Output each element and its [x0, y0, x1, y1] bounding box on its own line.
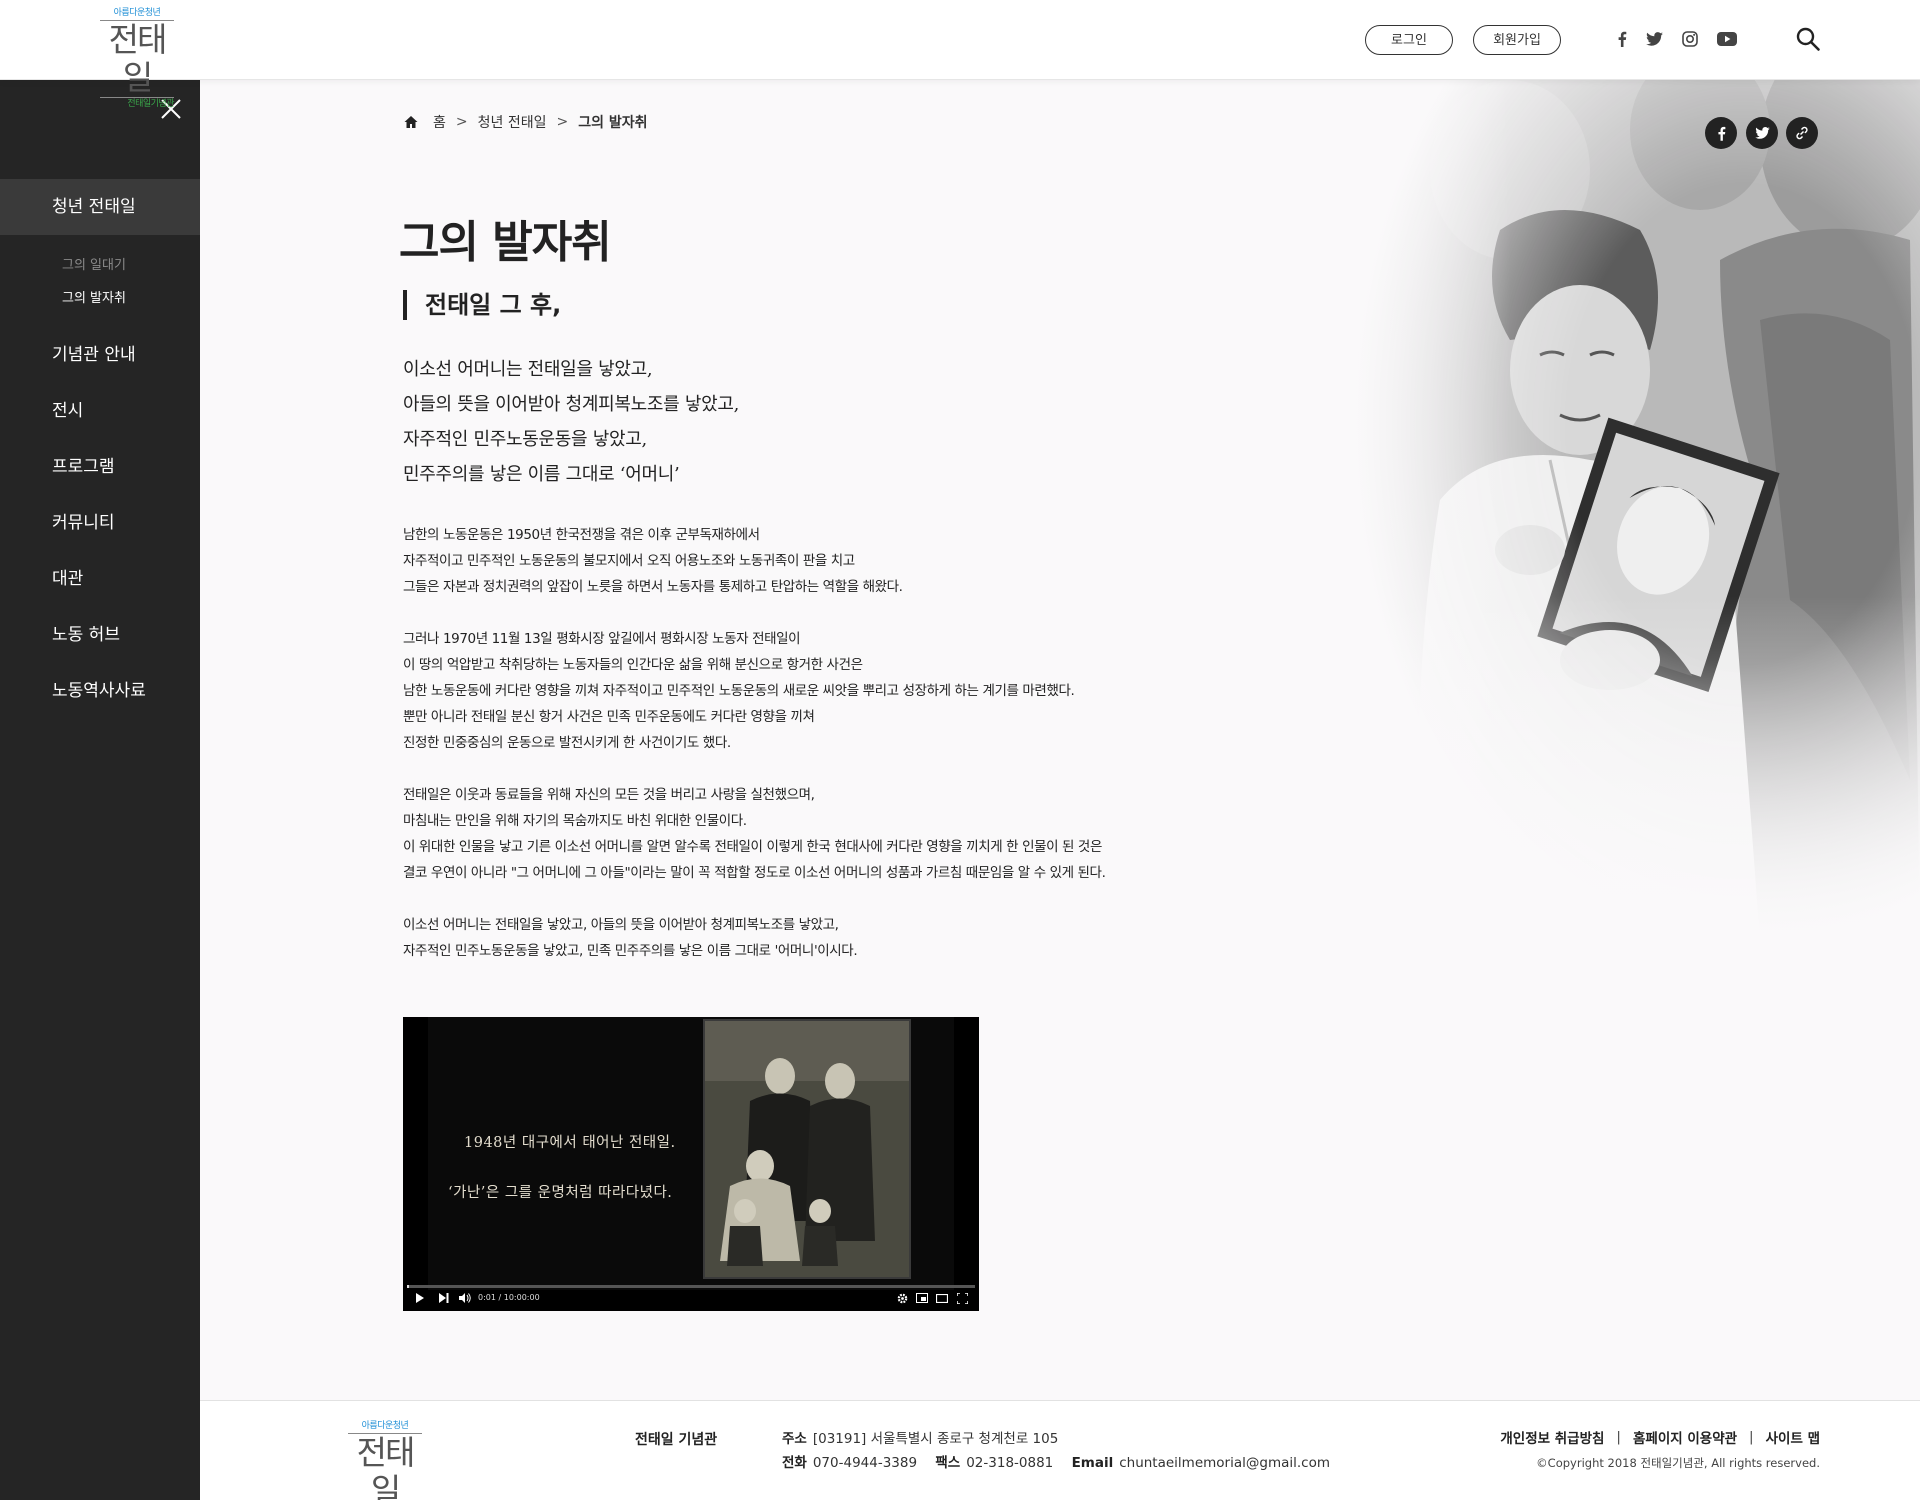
footer-links: 개인정보 취급방침 | 홈페이지 이용약관 | 사이트 맵	[1500, 1427, 1820, 1447]
breadcrumb-section[interactable]: 청년 전태일	[478, 112, 547, 132]
play-icon[interactable]	[413, 1291, 427, 1305]
footer-link-separator: |	[1616, 1429, 1621, 1445]
terms-of-use-link[interactable]: 홈페이지 이용약관	[1633, 1427, 1737, 1447]
search-icon[interactable]	[1795, 26, 1821, 52]
sidebar-subitem-footsteps[interactable]: 그의 발자취	[62, 282, 200, 315]
background-photo	[1280, 30, 1920, 940]
side-navigation: 청년 전태일 그의 일대기 그의 발자취 기념관 안내 전시 프로그램 커뮤니티…	[0, 80, 200, 1500]
signup-button[interactable]: 회원가입	[1473, 25, 1561, 55]
site-footer: 아름다운청년 전태일 전태일기념관 전태일 기념관 주소 [03191] 서울특별…	[200, 1400, 1920, 1500]
address-label: 주소	[782, 1431, 807, 1447]
sidebar-item-program[interactable]: 프로그램	[0, 439, 200, 495]
text-line: 자주적이고 민주적인 노동운동의 불모지에서 오직 어용노조와 노동귀족이 판을…	[403, 553, 855, 569]
footer-org-name: 전태일 기념관	[635, 1432, 718, 1448]
logo-wordmark: 전태일	[100, 20, 174, 98]
fax-value: 02-318-0881	[966, 1455, 1054, 1471]
footer-contact-info: 주소 [03191] 서울특별시 종로구 청계천로 105 전화 070-4944-…	[782, 1427, 1330, 1475]
text-line: 그러나 1970년 11월 13일 평화시장 앞길에서 평화시장 노동자 전태일…	[403, 631, 801, 647]
page-title: 그의 발자취	[399, 217, 612, 268]
family-photo	[703, 1019, 911, 1279]
video-progress-fill	[407, 1285, 409, 1288]
sidebar-item-exhibition[interactable]: 전시	[0, 383, 200, 439]
home-icon[interactable]	[403, 114, 419, 130]
breadcrumb-home[interactable]: 홈	[433, 112, 446, 132]
video-caption: 1948년 대구에서 태어난 전태일.	[464, 1135, 676, 1151]
volume-icon[interactable]	[458, 1291, 472, 1305]
sidebar-item-community[interactable]: 커뮤니티	[0, 495, 200, 551]
site-header: 아름다운청년 전태일 전태일기념관 로그인 회원가입	[0, 0, 1920, 109]
sidebar-item-rental[interactable]: 대관	[0, 551, 200, 607]
poem: 이소선 어머니는 전태일을 낳았고, 아들의 뜻을 이어받아 청계피복노조를 낳…	[403, 352, 739, 492]
sidebar-subitem-biography[interactable]: 그의 일대기	[62, 249, 200, 282]
breadcrumb-separator: >	[556, 114, 569, 130]
sitemap-link[interactable]: 사이트 맵	[1766, 1427, 1820, 1447]
breadcrumb-separator: >	[455, 114, 468, 130]
logo-wordmark: 전태일	[348, 1433, 422, 1500]
email-value[interactable]: chuntaeilmemorial@gmail.com	[1119, 1455, 1330, 1471]
logo-subtitle: 전태일기념관	[127, 99, 174, 109]
paragraph: 전태일은 이웃과 동료들을 위해 자신의 모든 것을 버리고 사랑을 실천했으며…	[403, 782, 1263, 886]
poem-line: 민주주의를 낳은 이름 그대로 ‘어머니’	[403, 464, 680, 485]
settings-icon[interactable]	[895, 1291, 909, 1305]
video-caption: ‘가난’은 그를 운명처럼 따라다녔다.	[448, 1185, 673, 1201]
sidebar-menu: 청년 전태일 그의 일대기 그의 발자취 기념관 안내 전시 프로그램 커뮤니티…	[0, 179, 200, 719]
miniplayer-icon[interactable]	[915, 1291, 929, 1305]
video-player[interactable]: 1948년 대구에서 태어난 전태일. ‘가난’은 그를 운명처럼 따라다녔다.…	[403, 1017, 979, 1311]
footer-contact-row: 전화 070-4944-3389 팩스 02-318-0881 Email chunt…	[782, 1451, 1330, 1475]
paragraph: 그러나 1970년 11월 13일 평화시장 앞길에서 평화시장 노동자 전태일…	[403, 626, 1263, 756]
breadcrumb: 홈 > 청년 전태일 > 그의 발자취	[403, 112, 648, 132]
logo-tagline: 아름다운청년	[113, 8, 161, 18]
next-icon[interactable]	[437, 1291, 451, 1305]
twitter-icon[interactable]	[1643, 28, 1665, 50]
site-logo[interactable]: 아름다운청년 전태일 전태일기념관	[100, 8, 175, 109]
sidebar-item-labor-history[interactable]: 노동역사사료	[0, 663, 200, 719]
twitter-share-icon[interactable]	[1746, 117, 1778, 149]
text-line: 남한의 노동운동은 1950년 한국전쟁을 겪은 이후 군부독재하에서	[403, 527, 760, 543]
sidebar-submenu: 그의 일대기 그의 발자취	[0, 235, 200, 327]
logo-tagline: 아름다운청년	[361, 1421, 409, 1431]
poem-line: 이소선 어머니는 전태일을 낳았고,	[403, 359, 653, 380]
sidebar-item-labor-hub[interactable]: 노동 허브	[0, 607, 200, 663]
email-label: Email	[1071, 1455, 1114, 1471]
phone-label: 전화	[782, 1455, 807, 1471]
text-line: 전태일은 이웃과 동료들을 위해 자신의 모든 것을 버리고 사랑을 실천했으며…	[403, 787, 815, 803]
link-share-icon[interactable]	[1786, 117, 1818, 149]
paragraph: 이소선 어머니는 전태일을 낳았고, 아들의 뜻을 이어받아 청계피복노조를 낳…	[403, 912, 1263, 964]
text-line: 이 위대한 인물을 낳고 기른 이소선 어머니를 알면 알수록 전태일이 이렇게…	[403, 839, 1102, 855]
youtube-icon[interactable]	[1716, 28, 1738, 50]
poem-line: 자주적인 민주노동운동을 낳았고,	[403, 429, 647, 450]
facebook-icon[interactable]	[1611, 28, 1633, 50]
poem-line: 아들의 뜻을 이어받아 청계피복노조를 낳았고,	[403, 394, 740, 415]
text-line: 결코 우연이 아니라 "그 어머니에 그 아들"이라는 말이 꼭 적합할 정도로…	[403, 865, 1106, 881]
body-text: 남한의 노동운동은 1950년 한국전쟁을 겪은 이후 군부독재하에서 자주적이…	[403, 522, 1263, 990]
text-line: 이 땅의 억압받고 착취당하는 노동자들의 인간다운 삶을 위해 분신으로 항거…	[403, 657, 863, 673]
text-line: 진정한 민중중심의 운동으로 발전시키게 한 사건이기도 했다.	[403, 735, 731, 751]
sidebar-item-museum-guide[interactable]: 기념관 안내	[0, 327, 200, 383]
text-line: 그들은 자본과 정치권력의 앞잡이 노릇을 하면서 노동자를 통제하고 탄압하는…	[403, 579, 903, 595]
sidebar-item-young-chuntaeil[interactable]: 청년 전태일	[0, 179, 200, 235]
address-value: [03191] 서울특별시 종로구 청계천로 105	[812, 1431, 1059, 1447]
footer-link-separator: |	[1749, 1429, 1754, 1445]
footer-address-row: 주소 [03191] 서울특별시 종로구 청계천로 105	[782, 1427, 1330, 1451]
copyright: ©Copyright 2018 전태일기념관, All rights reser…	[1536, 1456, 1820, 1470]
text-line: 마침내는 만인을 위해 자기의 목숨까지도 바친 위대한 인물이다.	[403, 813, 747, 829]
breadcrumb-current: 그의 발자취	[578, 115, 648, 131]
text-line: 자주적인 민주노동운동을 낳았고, 민족 민주주의를 낳은 이름 그대로 '어머…	[403, 943, 858, 959]
footer-logo: 아름다운청년 전태일 전태일기념관	[348, 1421, 422, 1500]
fax-label: 팩스	[935, 1455, 961, 1471]
theater-mode-icon[interactable]	[935, 1291, 949, 1305]
section-subtitle: 전태일 그 후,	[403, 290, 561, 320]
text-line: 뿐만 아니라 전태일 분신 항거 사건은 민족 민주운동에도 커다란 영향을 끼…	[403, 709, 815, 725]
paragraph: 남한의 노동운동은 1950년 한국전쟁을 겪은 이후 군부독재하에서 자주적이…	[403, 522, 1263, 600]
facebook-share-icon[interactable]	[1705, 117, 1737, 149]
phone-value: 070-4944-3389	[812, 1455, 918, 1471]
privacy-policy-link[interactable]: 개인정보 취급방침	[1500, 1427, 1604, 1447]
video-progress-bar[interactable]	[407, 1285, 975, 1288]
fullscreen-icon[interactable]	[955, 1291, 969, 1305]
instagram-icon[interactable]	[1679, 28, 1701, 50]
video-timecode: 0:01 / 10:00:00	[478, 1293, 540, 1302]
text-line: 이소선 어머니는 전태일을 낳았고, 아들의 뜻을 이어받아 청계피복노조를 낳…	[403, 917, 839, 933]
login-button[interactable]: 로그인	[1365, 25, 1453, 55]
text-line: 남한 노동운동에 커다란 영향을 끼쳐 자주적이고 민주적인 노동운동의 새로운…	[403, 683, 1075, 699]
